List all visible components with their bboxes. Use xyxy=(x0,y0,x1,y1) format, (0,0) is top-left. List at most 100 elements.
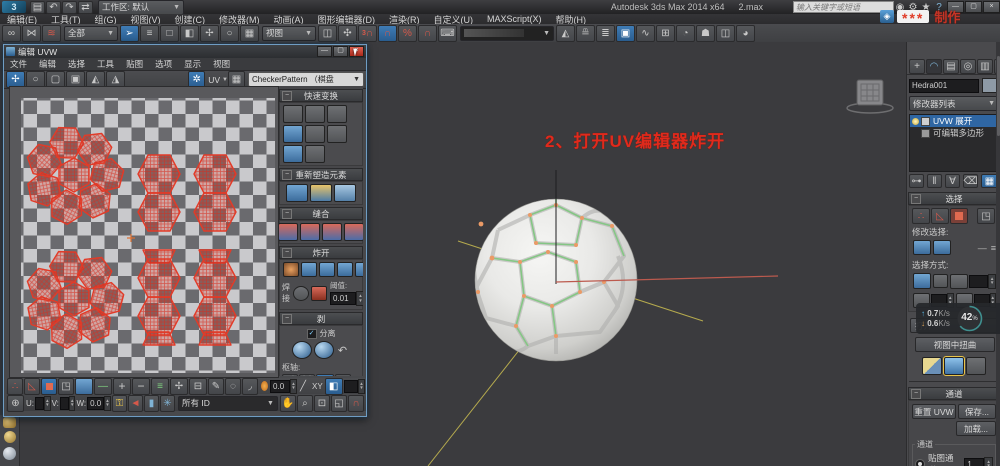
rotate-90-ccw-icon[interactable] xyxy=(327,125,347,143)
peel-mode-icon[interactable] xyxy=(314,341,334,359)
uv-polygon-mode-icon[interactable] xyxy=(950,208,968,224)
rollout-reshape[interactable]: −重新塑造元素 xyxy=(279,168,363,181)
threshold-field[interactable]: 0.01 xyxy=(330,292,356,305)
edit-pins-icon[interactable]: ➢ xyxy=(335,374,351,376)
memory-usage-ring[interactable]: 42% xyxy=(956,305,983,332)
reset-uvw-button[interactable]: 重置 UVW xyxy=(912,404,956,419)
paint-size-field[interactable] xyxy=(969,275,988,288)
expand-face-icon[interactable]: — xyxy=(94,378,112,395)
show-map-icon[interactable] xyxy=(944,357,964,375)
vertex-sub-icon[interactable]: ∴ xyxy=(7,378,23,395)
stack-item-uvw-unwrap[interactable]: UVW 展开 xyxy=(910,115,998,127)
material-id-dropdown[interactable]: 所有 ID▼ xyxy=(178,396,278,411)
select-move-icon[interactable]: ✢ xyxy=(200,25,219,42)
mirror-axis-icon[interactable]: ╱ xyxy=(297,379,309,394)
space-vertical-icon[interactable] xyxy=(305,145,325,163)
rollout-selection[interactable]: − 选择 xyxy=(908,192,1000,205)
uvw-maximize-button[interactable]: ▢ xyxy=(333,46,348,57)
flatten-custom-icon[interactable] xyxy=(355,262,363,277)
zoom-icon[interactable]: ⌕ xyxy=(297,395,313,412)
align-to-edge-icon[interactable] xyxy=(305,125,325,143)
gold-knot-icon[interactable] xyxy=(3,417,16,428)
tab-motion-icon[interactable]: ◎ xyxy=(960,59,976,74)
schematic-view-icon[interactable]: ⊞ xyxy=(656,25,675,42)
close-button[interactable]: × xyxy=(983,1,1000,13)
tab-create-icon[interactable]: + xyxy=(909,59,925,74)
select-by-name-icon[interactable]: ≡ xyxy=(140,25,159,42)
uv-checker-icon[interactable] xyxy=(922,357,942,375)
angle-snap-icon[interactable]: ∩ xyxy=(378,25,397,42)
make-unique-icon[interactable]: ∀ xyxy=(945,174,960,188)
quick-peel-icon[interactable] xyxy=(292,341,312,359)
unlink-selection-icon[interactable]: ⋈ xyxy=(22,25,41,42)
uv-space-label[interactable]: UV xyxy=(208,75,220,85)
relax-until-flat-icon[interactable] xyxy=(310,184,332,202)
menu-maxscript[interactable]: MAXScript(X) xyxy=(480,14,549,24)
paint-select-icon[interactable] xyxy=(950,274,968,289)
mirror-selection-icon[interactable]: ◧ xyxy=(325,378,343,395)
zoom-extents-icon[interactable]: ◱ xyxy=(331,395,347,412)
mirror-icon[interactable]: ◭ xyxy=(556,25,575,42)
w-spinner[interactable]: ▲▼ xyxy=(104,396,110,411)
shrink-icon[interactable]: − xyxy=(132,378,150,395)
eraser-icon[interactable] xyxy=(966,357,986,375)
remove-modifier-icon[interactable]: ⌫ xyxy=(963,174,978,188)
save-button[interactable]: 保存... xyxy=(958,404,996,419)
select-element-toggle-icon[interactable]: ◳ xyxy=(58,378,74,395)
stitch-average-icon[interactable] xyxy=(322,223,342,241)
separate-checkbox[interactable]: ✓ xyxy=(307,329,317,339)
search-input[interactable] xyxy=(793,1,894,13)
gold-sphere-icon[interactable] xyxy=(4,431,16,443)
lightbulb-icon[interactable] xyxy=(912,118,919,125)
pin-tool-icon[interactable]: ╱ xyxy=(282,374,298,376)
named-selection-dropdown[interactable]: ▼ xyxy=(460,26,554,41)
tab-hierarchy-icon[interactable]: ▤ xyxy=(943,59,959,74)
rollout-stitch[interactable]: −缝合 xyxy=(279,207,363,220)
select-scale-icon[interactable]: ▦ xyxy=(240,25,259,42)
rollout-peel[interactable]: −剥 xyxy=(279,312,363,325)
rendered-frame-icon[interactable]: ◫ xyxy=(716,25,735,42)
unpin-tool-icon[interactable]: ╳ xyxy=(299,374,315,376)
uvw-close-button[interactable]: × xyxy=(349,46,364,57)
align-icon[interactable]: ≞ xyxy=(576,25,595,42)
map-channel-radio[interactable] xyxy=(915,459,925,466)
map-channel-value[interactable]: 1 xyxy=(964,458,984,466)
grey-sphere-icon[interactable] xyxy=(3,447,16,460)
object-color-swatch[interactable] xyxy=(982,78,997,93)
xy-axis-label[interactable]: XY xyxy=(312,382,323,391)
flatten-by-face-icon[interactable] xyxy=(283,262,299,277)
tab-display-icon[interactable]: ▥ xyxy=(977,59,993,74)
uvw-menu-mapping[interactable]: 贴图 xyxy=(120,58,149,70)
texture-pattern-dropdown[interactable]: CheckerPattern （棋盘▼ xyxy=(248,72,364,87)
v-spinner[interactable]: ▲▼ xyxy=(69,396,75,411)
spinner-snap-icon[interactable]: ∩ xyxy=(418,25,437,42)
straighten-selection-icon[interactable] xyxy=(286,184,308,202)
uvw-menu-tools[interactable]: 工具 xyxy=(91,58,120,70)
absolute-mode-icon[interactable]: ⊕ xyxy=(7,395,24,412)
mirror-spinner[interactable]: ▲▼ xyxy=(358,379,365,394)
rectangle-select-icon[interactable] xyxy=(913,273,931,289)
flatten-by-smoothing-icon[interactable] xyxy=(319,262,335,277)
grow-icon[interactable]: + xyxy=(113,378,131,395)
viewcube[interactable] xyxy=(847,80,893,113)
stitch-custom-icon[interactable] xyxy=(279,223,298,241)
uvw-canvas-area[interactable] xyxy=(9,86,279,378)
curve-editor-icon[interactable]: ∿ xyxy=(636,25,655,42)
flatten-by-material-icon[interactable] xyxy=(337,262,353,277)
use-pivot-center-icon[interactable]: ◫ xyxy=(318,25,337,42)
lasso-select-icon[interactable] xyxy=(933,274,948,288)
object-name-input[interactable] xyxy=(909,79,979,93)
v-field[interactable] xyxy=(60,397,69,410)
tab-modify-icon[interactable]: ◠ xyxy=(926,59,942,74)
select-and-link-icon[interactable]: ∞ xyxy=(2,25,21,42)
loop-icon[interactable]: ≡ xyxy=(151,378,169,395)
brush-options-icon[interactable]: ◞ xyxy=(242,378,258,395)
u-spinner[interactable]: ▲▼ xyxy=(44,396,50,411)
w-field[interactable]: 0.0 xyxy=(87,397,104,410)
uvw-menu-file[interactable]: 文件 xyxy=(4,58,33,70)
reset-peel-icon[interactable]: ↶ xyxy=(335,343,351,358)
uvw-menu-display[interactable]: 显示 xyxy=(178,58,207,70)
pin-stack-icon[interactable]: ⊶ xyxy=(909,174,924,188)
uvw-minimize-button[interactable]: — xyxy=(317,46,332,57)
snap-toggle-3d-icon[interactable]: 3∩ xyxy=(358,25,377,42)
